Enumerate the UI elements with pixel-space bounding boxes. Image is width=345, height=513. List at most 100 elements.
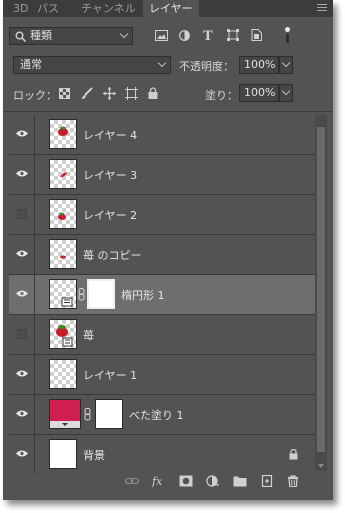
link-chain-icon[interactable] [78, 288, 86, 301]
link-layers-icon[interactable] [125, 475, 139, 487]
scroll-down-arrow-icon[interactable] [318, 464, 324, 468]
visibility-toggle[interactable] [9, 275, 35, 314]
eye-icon [16, 410, 28, 417]
new-group-folder-icon[interactable] [233, 475, 247, 487]
lock-image-pixels-icon[interactable] [81, 87, 93, 100]
eye-icon [16, 130, 28, 137]
fill-layer-badge-icon [50, 421, 80, 428]
fill-input[interactable]: 100% [239, 84, 279, 102]
svg-text:T: T [203, 29, 213, 41]
opacity-input[interactable]: 100% [239, 56, 279, 74]
opacity-dropdown-button[interactable] [279, 56, 293, 74]
scrollbar-thumb[interactable] [317, 127, 325, 452]
layer-name: レイヤー 3 [83, 169, 138, 182]
opacity-label: 不透明度： [179, 60, 234, 73]
lock-label: ロック： [13, 89, 57, 102]
layer-row[interactable]: べた塗り 1 [9, 395, 315, 435]
layer-mask-thumbnail[interactable] [87, 279, 115, 309]
blend-mode-select[interactable]: 通常 [13, 56, 171, 74]
lock-artboard-icon[interactable] [125, 87, 138, 100]
strawberry-thumbnail-image [58, 212, 66, 220]
layers-list: レイヤー 4 レイヤー 3 レイヤー 2 苺 のコピー 楕円形 1 苺 レイヤー… [9, 115, 315, 474]
layer-row-background[interactable]: 背景 [9, 435, 315, 475]
chevron-down-icon [281, 58, 291, 68]
layer-thumbnail [49, 119, 77, 149]
layer-thumbnail [49, 199, 77, 229]
layer-name: レイヤー 2 [83, 209, 138, 222]
tab-3d[interactable]: 3D [13, 0, 28, 17]
strawberry-thumbnail-image [60, 255, 66, 259]
tab-layers[interactable]: レイヤー [143, 0, 199, 17]
blend-row: 通常 不透明度： 100% [3, 54, 333, 76]
new-layer-icon[interactable] [260, 475, 274, 487]
layer-mask-thumbnail[interactable] [95, 399, 123, 429]
chevron-down-icon [119, 29, 129, 39]
visibility-toggle[interactable] [9, 315, 35, 354]
lock-position-icon[interactable] [103, 87, 116, 100]
visibility-toggle[interactable] [9, 235, 35, 274]
lock-all-icon[interactable] [148, 87, 158, 99]
eye-icon [16, 250, 28, 257]
fill-color-thumbnail[interactable] [49, 399, 81, 429]
visibility-toggle[interactable] [9, 355, 35, 394]
eye-icon [16, 450, 28, 457]
link-chain-icon[interactable] [84, 408, 92, 421]
strawberry-thumbnail-image [56, 325, 73, 347]
layer-thumbnail [49, 319, 77, 349]
layer-row[interactable]: レイヤー 4 [9, 115, 315, 155]
fill-dropdown-button[interactable] [279, 84, 293, 102]
panel-tab-bar: 3D パス チャンネル レイヤー [3, 0, 333, 17]
hidden-visibility-box [17, 329, 27, 339]
blend-mode-value: 通常 [20, 58, 42, 71]
shape-filter-icon[interactable] [227, 29, 239, 41]
divider [3, 111, 333, 112]
layers-scrollbar[interactable] [315, 115, 327, 471]
chevron-down-icon [157, 58, 167, 68]
layer-row[interactable]: レイヤー 1 [9, 355, 315, 395]
layer-row-selected[interactable]: 楕円形 1 [9, 275, 315, 315]
eye-icon [16, 370, 28, 377]
layer-row[interactable]: レイヤー 2 [9, 195, 315, 235]
lock-row: ロック： 塗り： 100% [3, 82, 333, 104]
layer-thumbnail [49, 239, 77, 269]
layer-name: 苺 [83, 329, 94, 342]
filter-toggle-switch[interactable] [283, 27, 291, 43]
add-mask-icon[interactable] [179, 475, 193, 487]
chevron-down-icon [281, 86, 291, 96]
visibility-toggle[interactable] [9, 155, 35, 194]
layer-row[interactable]: レイヤー 3 [9, 155, 315, 195]
tab-channels[interactable]: チャンネル [81, 0, 136, 17]
new-adjustment-layer-icon[interactable] [206, 475, 220, 487]
layers-footer-toolbar: fx [3, 472, 333, 492]
smart-object-filter-icon[interactable] [251, 29, 262, 41]
visibility-toggle[interactable] [9, 395, 35, 434]
layer-row[interactable]: 苺 のコピー [9, 235, 315, 275]
layer-style-fx-icon[interactable]: fx [152, 475, 168, 487]
visibility-toggle[interactable] [9, 195, 35, 234]
layer-row[interactable]: 苺 [9, 315, 315, 355]
fill-value: 100% [244, 86, 276, 99]
strawberry-thumbnail-image [58, 126, 68, 136]
delete-layer-trash-icon[interactable] [286, 475, 300, 487]
adjustment-filter-icon[interactable] [179, 30, 190, 41]
layer-name: べた塗り 1 [129, 409, 184, 422]
layer-name: 苺 のコピー [83, 249, 142, 262]
filter-kind-select[interactable]: 種類 [9, 27, 133, 45]
search-icon [15, 31, 26, 42]
adjustment-layer-badge-icon [61, 297, 73, 307]
lock-transparent-pixels-icon[interactable] [59, 88, 70, 99]
lock-icon [289, 449, 298, 460]
svg-text:fx: fx [152, 475, 163, 487]
eye-icon [16, 170, 28, 177]
image-filter-icon[interactable] [155, 30, 168, 41]
visibility-toggle[interactable] [9, 115, 35, 154]
layer-name: 楕円形 1 [121, 289, 165, 302]
type-filter-icon[interactable]: T [203, 29, 214, 41]
panel-menu-icon[interactable] [317, 4, 327, 13]
visibility-toggle[interactable] [9, 435, 35, 474]
layers-panel: 3D パス チャンネル レイヤー 種類 T 通常 不透明度： 100% ロック：… [3, 0, 333, 500]
opacity-value: 100% [244, 58, 276, 71]
tab-paths[interactable]: パス [37, 0, 59, 17]
hidden-visibility-box [17, 209, 27, 219]
layer-thumbnail [49, 159, 77, 189]
